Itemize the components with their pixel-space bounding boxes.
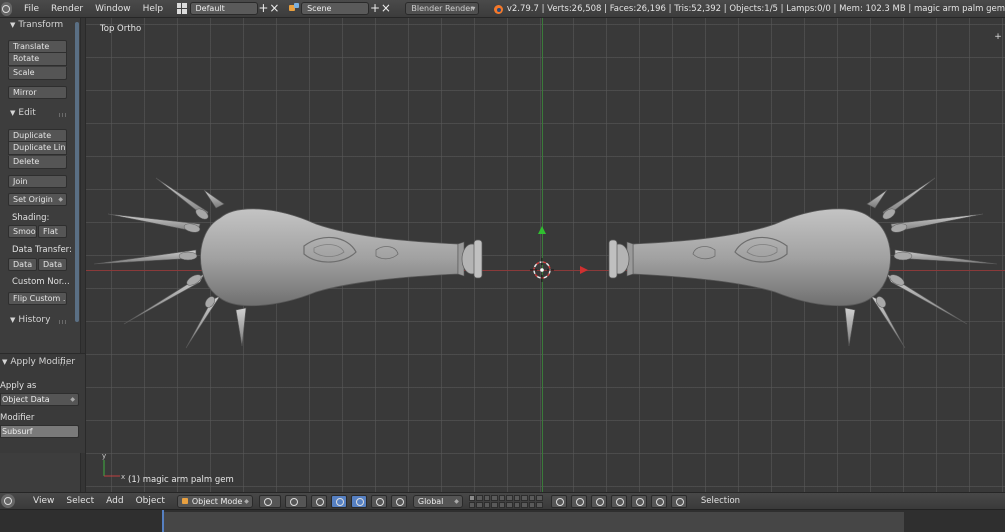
properties-region-toggle-icon[interactable]: + [993,32,1003,42]
menu-file[interactable]: File [18,4,45,14]
flip-custom-normals-button[interactable]: Flip Custom ... [8,292,67,305]
panel-grip-icon[interactable] [60,362,68,366]
layout-field[interactable]: Default [189,2,258,15]
right-arm-mesh[interactable] [608,177,998,349]
lock-camera-icon[interactable] [550,494,567,508]
viewport-shading-icon[interactable] [258,494,281,508]
data-transfer-button[interactable]: Data [8,258,37,271]
collapse-arrow-icon: ▼ [2,358,8,366]
history-panel-header[interactable]: ▼ History [10,315,50,325]
scene-field[interactable]: Scene [301,2,370,15]
scale-manipulator-icon[interactable] [370,494,387,508]
menu-select[interactable]: Select [60,496,100,506]
collapse-arrow-icon: ▼ [10,21,16,29]
data-transfer-label: Data Transfer: [12,245,72,255]
operator-panel: ▼Apply Modifier Apply as Object Data Mod… [0,353,85,453]
shade-smooth-button[interactable]: Smoo [8,225,37,238]
apply-as-label: Apply as [0,381,37,391]
data-layout-transfer-button[interactable]: Data [38,258,67,271]
shading-label: Shading: [12,213,50,223]
modifier-label: Modifier [0,413,35,423]
render-engine-select[interactable]: Blender Render [405,2,480,15]
screen-layout-icon[interactable] [177,3,187,14]
duplicate-linked-button[interactable]: Duplicate Lin... [8,142,67,155]
pivot-point-icon[interactable] [284,494,307,508]
custom-normals-label: Custom Nor... [12,277,70,287]
svg-text:x: x [121,473,125,481]
collapse-arrow-icon: ▼ [10,109,16,117]
blender-logo-icon [493,3,504,15]
proportional-edit-icon[interactable] [570,494,587,508]
tool-shelf-scrollbar[interactable] [75,22,79,322]
render-image-icon[interactable] [630,494,647,508]
transform-orientation-select[interactable]: Global [412,494,463,508]
menu-render[interactable]: Render [45,4,89,14]
timeline-playhead[interactable] [162,510,164,532]
editor-type-icon[interactable] [1,1,12,16]
selection-label: Selection [700,496,741,506]
duplicate-button[interactable]: Duplicate [8,129,67,142]
modifier-field[interactable]: Subsurf [0,425,79,438]
scale-button[interactable]: Scale [8,67,67,80]
remove-scene-button[interactable]: × [380,1,391,16]
axis-gizmo: y x [102,452,125,481]
3d-view-header: View Select Add Object Object Mode Globa… [0,492,1005,509]
viewport-scene[interactable]: y x [86,18,1005,492]
snap-toggle-icon[interactable] [590,494,607,508]
layer-buttons[interactable] [468,494,543,508]
menu-help[interactable]: Help [137,4,170,14]
timeline[interactable] [0,509,1005,532]
collapse-arrow-icon: ▼ [10,316,16,324]
svg-text:y: y [102,452,106,460]
mirror-button[interactable]: Mirror [8,86,67,99]
transform-manipulator[interactable] [538,226,588,274]
panel-grip-icon[interactable] [59,113,67,117]
shade-flat-button[interactable]: Flat [38,225,67,238]
render-animation-icon[interactable] [650,494,667,508]
info-header: File Render Window Help Default + × Scen… [0,0,1005,18]
active-object-label: (1) magic arm palm gem [128,475,234,485]
translate-button[interactable]: Translate [8,40,67,53]
editor-type-icon[interactable] [1,494,15,508]
timeline-frame-range[interactable] [162,512,904,532]
snap-element-icon[interactable] [610,494,627,508]
rotate-button[interactable]: Rotate [8,53,67,66]
join-button[interactable]: Join [8,175,67,188]
remove-layout-button[interactable]: × [269,1,280,16]
interaction-mode-select[interactable]: Object Mode [176,494,253,508]
menu-object[interactable]: Object [130,496,171,506]
menu-window[interactable]: Window [89,4,137,14]
scene-stats: v2.79.7 | Verts:26,508 | Faces:26,196 | … [506,3,1005,14]
add-layout-button[interactable]: + [258,1,269,16]
delete-button[interactable]: Delete [8,156,67,169]
add-scene-button[interactable]: + [369,1,380,16]
panel-grip-icon[interactable] [59,320,67,324]
apply-as-select[interactable]: Object Data [0,393,79,406]
3d-viewport[interactable]: y x Top Ortho (1) magic arm palm gem + [86,18,1005,492]
edit-panel-header[interactable]: ▼ Edit [10,108,36,118]
menu-view[interactable]: View [27,496,60,506]
scene-icon[interactable] [288,3,300,14]
manipulator-scale-icon[interactable] [390,494,407,508]
opengl-render-icon[interactable] [670,494,687,508]
transform-panel-header[interactable]: ▼ Transform [10,20,63,30]
left-arm-mesh[interactable] [93,177,483,349]
manipulator-toggle-icon[interactable] [310,494,327,508]
rotate-manipulator-icon[interactable] [350,494,367,508]
translate-manipulator-icon[interactable] [330,494,347,508]
menu-add[interactable]: Add [100,496,129,506]
set-origin-menu[interactable]: Set Origin [8,193,67,206]
tool-shelf: ▼ Transform Translate Rotate Scale Mirror… [0,18,86,492]
view-orientation-label: Top Ortho [100,24,142,34]
